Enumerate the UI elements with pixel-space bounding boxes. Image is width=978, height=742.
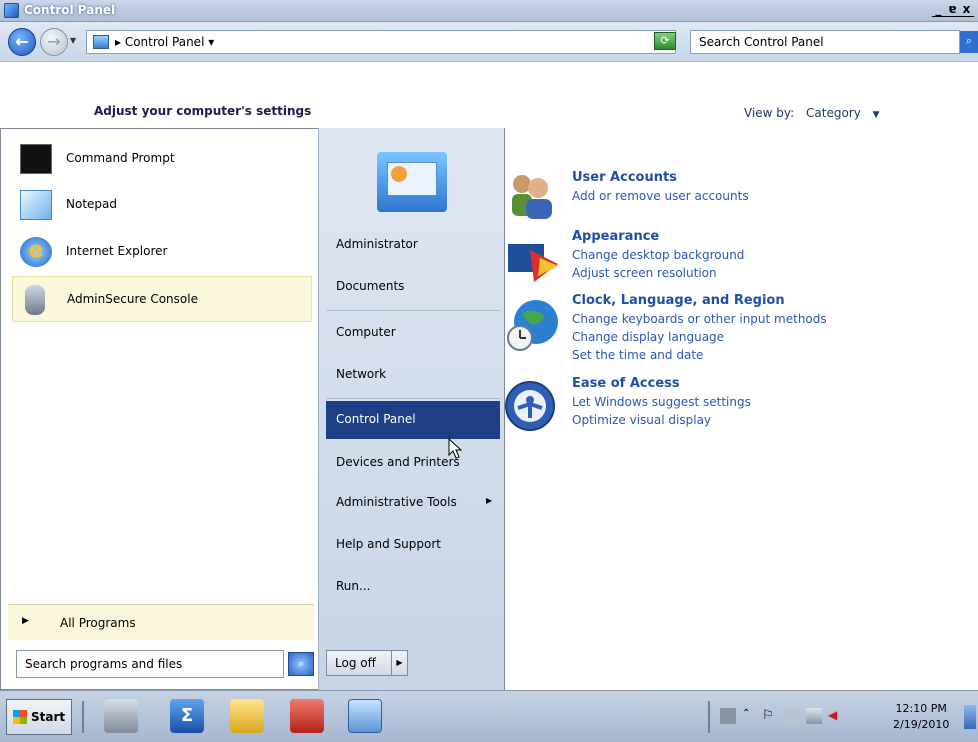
search-input[interactable]: Search Control Panel xyxy=(690,30,960,54)
windows-logo-icon xyxy=(13,710,27,724)
user-picture-icon xyxy=(375,150,449,214)
globe-clock-icon[interactable] xyxy=(504,296,560,352)
control-panel-taskbar-icon[interactable] xyxy=(348,699,382,733)
taskbar: Start Σ ⌃ ⚐ ◀ 12:10 PM 2/19/2010 xyxy=(0,690,978,742)
users-icon[interactable] xyxy=(504,166,560,222)
category-link[interactable]: Set the time and date xyxy=(572,346,827,364)
divider xyxy=(326,398,500,399)
command-prompt-icon xyxy=(20,144,52,174)
show-desktop-button[interactable] xyxy=(964,705,976,729)
pinned-item-internet-explorer[interactable]: e Internet Explorer xyxy=(12,229,312,275)
window-title: Control Panel xyxy=(24,3,116,17)
page-title: Adjust your computer's settings xyxy=(94,104,312,118)
pinned-item-label: AdminSecure Console xyxy=(67,292,198,306)
breadcrumb[interactable]: ▸ Control Panel ▾ xyxy=(115,35,214,49)
internet-explorer-icon: e xyxy=(20,237,52,267)
appearance-icon[interactable] xyxy=(504,234,560,290)
all-programs-label: All Programs xyxy=(60,616,136,630)
start-item-network[interactable]: Network xyxy=(326,356,500,394)
volume-muted-icon[interactable]: ◀ xyxy=(828,708,844,724)
category-link[interactable]: Change desktop background xyxy=(572,246,744,264)
divider xyxy=(326,310,500,311)
start-item-administrative-tools[interactable]: Administrative Tools ▶ xyxy=(326,484,500,522)
recent-pages-dropdown[interactable]: ▼ xyxy=(70,36,76,45)
admin-console-icon xyxy=(25,285,45,315)
chevron-right-icon: ▶ xyxy=(22,616,29,626)
start-item-administrator[interactable]: Administrator xyxy=(326,226,500,264)
powershell-icon[interactable]: Σ xyxy=(170,699,204,733)
start-item-help-and-support[interactable]: Help and Support xyxy=(326,526,500,564)
window-title-bar: Control Panel _ ɐ x xyxy=(0,0,978,22)
clock[interactable]: 12:10 PM 2/19/2010 xyxy=(893,701,949,733)
pinned-item-notepad[interactable]: Notepad xyxy=(12,182,312,228)
pinned-item-label: Command Prompt xyxy=(66,151,175,165)
maximize-button[interactable]: ɐ xyxy=(946,2,960,17)
minimize-button[interactable]: _ xyxy=(932,2,946,17)
start-search-input[interactable]: Search programs and files xyxy=(16,650,284,678)
chevron-down-icon[interactable]: ▼ xyxy=(873,110,880,120)
server-manager-icon[interactable] xyxy=(104,699,138,733)
category-link[interactable]: Change keyboards or other input methods xyxy=(572,310,827,328)
control-panel-icon xyxy=(93,35,109,49)
start-label: Start xyxy=(31,710,66,724)
forward-button[interactable]: → xyxy=(40,28,68,56)
flag-icon[interactable]: ⚐ xyxy=(762,708,778,724)
all-programs[interactable]: ▶ All Programs xyxy=(8,604,314,640)
chevron-right-icon[interactable]: ▶ xyxy=(391,651,407,675)
refresh-button[interactable]: ⟳ xyxy=(654,32,676,50)
category-title[interactable]: User Accounts xyxy=(572,170,749,185)
chevron-up-icon[interactable]: ⌃ xyxy=(742,708,758,724)
tray-printer-icon[interactable] xyxy=(720,708,736,724)
start-item-devices-and-printers[interactable]: Devices and Printers xyxy=(326,444,500,482)
start-item-control-panel[interactable]: Control Panel xyxy=(326,401,500,439)
clock-time: 12:10 PM xyxy=(895,702,947,715)
category-link[interactable]: Optimize visual display xyxy=(572,411,751,429)
log-off-button[interactable]: Log off ▶ xyxy=(326,650,408,676)
start-item-computer[interactable]: Computer xyxy=(326,314,500,352)
window-controls: _ ɐ x xyxy=(932,2,974,17)
address-toolbar: ← → ▼ ▸ Control Panel ▾ ▼ ⟳ Search Contr… xyxy=(0,22,978,62)
category-link[interactable]: Change display language xyxy=(572,328,827,346)
pinned-item-adminsecure-console[interactable]: AdminSecure Console xyxy=(12,276,312,322)
view-by[interactable]: View by: Category ▼ xyxy=(744,106,880,120)
category-title[interactable]: Appearance xyxy=(572,229,744,244)
file-explorer-icon[interactable] xyxy=(230,699,264,733)
log-off-label: Log off xyxy=(335,656,376,670)
category-link[interactable]: Add or remove user accounts xyxy=(572,187,749,205)
category-clock-language-region: Clock, Language, and Region Change keybo… xyxy=(572,293,827,364)
start-button[interactable]: Start xyxy=(6,699,72,735)
pinned-item-label: Internet Explorer xyxy=(66,244,168,258)
back-button[interactable]: ← xyxy=(8,28,36,56)
category-link[interactable]: Adjust screen resolution xyxy=(572,264,744,282)
category-link[interactable]: Let Windows suggest settings xyxy=(572,393,751,411)
view-by-label: View by: xyxy=(744,106,795,120)
category-user-accounts: User Accounts Add or remove user account… xyxy=(572,170,749,205)
close-button[interactable]: x xyxy=(960,2,974,17)
tray-device-icon[interactable] xyxy=(784,708,800,724)
category-title[interactable]: Ease of Access xyxy=(572,376,751,391)
ease-of-access-icon[interactable] xyxy=(504,378,560,434)
start-item-documents[interactable]: Documents xyxy=(326,268,500,306)
chevron-right-icon: ▶ xyxy=(486,496,493,505)
mouse-cursor-icon xyxy=(448,438,462,459)
notepad-icon xyxy=(20,190,52,220)
start-item-run[interactable]: Run... xyxy=(326,568,500,606)
address-bar[interactable]: ▸ Control Panel ▾ ▼ xyxy=(86,30,676,54)
toolbox-icon[interactable] xyxy=(290,699,324,733)
category-appearance: Appearance Change desktop background Adj… xyxy=(572,229,744,282)
search-icon[interactable]: ⌕ xyxy=(288,652,314,676)
pinned-item-command-prompt[interactable]: Command Prompt xyxy=(12,136,312,182)
network-icon[interactable] xyxy=(806,708,822,724)
pinned-item-label: Notepad xyxy=(66,197,117,211)
search-icon[interactable]: ⌕ xyxy=(960,31,978,53)
clock-date: 2/19/2010 xyxy=(893,718,950,731)
view-by-value[interactable]: Category xyxy=(806,106,861,120)
category-ease-of-access: Ease of Access Let Windows suggest setti… xyxy=(572,376,751,429)
category-title[interactable]: Clock, Language, and Region xyxy=(572,293,827,308)
divider xyxy=(82,701,84,733)
control-panel-icon xyxy=(4,3,19,18)
